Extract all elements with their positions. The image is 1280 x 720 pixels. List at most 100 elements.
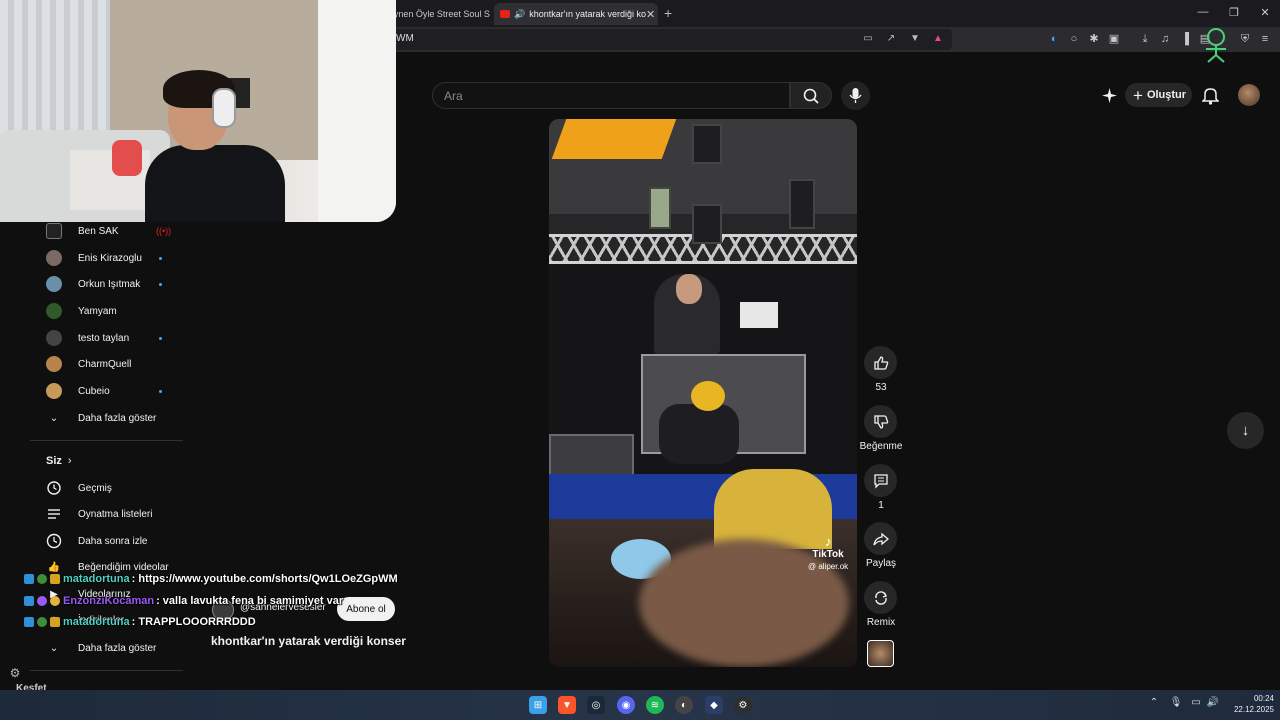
show-more-you[interactable]: ⌄ Daha fazla göster <box>30 635 183 661</box>
menu-icon[interactable]: ≡ <box>1258 32 1272 46</box>
sidebar-item-yamyam[interactable]: Yamyam <box>30 298 183 324</box>
sidebar-divider <box>30 670 183 671</box>
sidebar-item-label: testo taylan <box>78 332 130 344</box>
dislike-button[interactable] <box>864 405 897 438</box>
sidebar-item-watch-later[interactable]: Daha sonra izle <box>30 528 183 554</box>
sidebar-item-history[interactable]: Geçmiş <box>30 475 183 501</box>
gear-icon[interactable]: ⚙ <box>8 666 22 680</box>
windows-start-icon[interactable]: ⊞ <box>529 696 547 714</box>
cast-icon[interactable]: ▭ <box>862 33 874 45</box>
short-video-player[interactable]: ♪ TikTok @ aliper.ok <box>549 119 857 667</box>
voice-search-button[interactable] <box>841 81 870 110</box>
sidebar-item-label: CharmQuell <box>78 358 132 370</box>
steam-icon[interactable]: ◎ <box>587 696 605 714</box>
sidebar-section-you[interactable]: Siz › <box>46 455 72 467</box>
create-button[interactable]: + Oluştur <box>1125 83 1192 107</box>
minimize-icon[interactable]: — <box>1193 6 1213 18</box>
tray-chevron-up-icon[interactable]: ⌃ <box>1147 697 1161 708</box>
chat-message: matadortuna : TRAPPLOOORRRDDD <box>24 616 256 628</box>
comment-count: 1 <box>878 500 884 511</box>
sidebar-item-playlists[interactable]: Oynatma listeleri <box>30 501 183 527</box>
create-label: Oluştur <box>1146 89 1187 101</box>
section-title: Siz <box>46 455 62 467</box>
brave-browser-icon[interactable]: ▼ <box>558 696 576 714</box>
chat-text: : valla lavukta fena bi samimiyet var <box>156 595 344 607</box>
sidebar-item-label: Geçmiş <box>78 482 112 494</box>
screenshot-icon[interactable]: ▣ <box>1107 32 1121 46</box>
thumbs-down-icon <box>873 414 888 429</box>
share-icon[interactable]: ↗ <box>885 33 897 45</box>
tray-network-icon[interactable]: ▭ <box>1189 697 1203 708</box>
search-placeholder: Ara <box>444 89 463 103</box>
sidebar-item-charmquell[interactable]: CharmQuell <box>30 351 183 377</box>
sidebar-item-orkun-isitmak[interactable]: Orkun Işıtmak <box>30 271 183 297</box>
sidebar-item-testo-taylan[interactable]: testo taylan <box>30 325 183 351</box>
speaker-icon: 🔊 <box>514 8 526 19</box>
sidebar-item-label: Yamyam <box>78 305 117 317</box>
next-short-button[interactable]: ↓ <box>1227 412 1264 449</box>
brave-rewards-icon[interactable]: ▲ <box>932 33 944 45</box>
account-avatar[interactable] <box>1238 84 1260 106</box>
like-button[interactable] <box>864 346 897 379</box>
short-title[interactable]: khontkar'ın yatarak verdiği konser <box>211 634 406 648</box>
live-icon: ((•)) <box>156 226 172 236</box>
obs-icon[interactable]: ◐ <box>675 696 693 714</box>
chat-username: matadortuna <box>63 573 130 585</box>
tab-label: khontkar'ın yatarak verdiği ko <box>529 9 646 19</box>
channel-avatar-icon <box>46 276 62 292</box>
subscriber-badge-icon <box>50 596 60 606</box>
microphone-icon <box>849 88 862 103</box>
sidebar-item-label: Enis Kirazoglu <box>78 252 142 264</box>
sidebar-toggle-icon[interactable]: ▐ <box>1178 32 1192 46</box>
subscriber-badge-icon <box>50 574 60 584</box>
window-close-icon[interactable]: ✕ <box>1255 6 1275 19</box>
sidebar-item-label: Cubeio <box>78 385 110 397</box>
vpn-icon[interactable]: ⛨ <box>1238 32 1252 46</box>
new-content-dot <box>159 282 162 286</box>
settings-app-icon[interactable]: ⚙ <box>734 696 752 714</box>
comments-button[interactable] <box>864 464 897 497</box>
extension-circle-icon[interactable]: ○ <box>1067 32 1081 46</box>
notification-bell-icon[interactable] <box>1202 86 1219 105</box>
spotify-icon[interactable]: ≋ <box>646 696 664 714</box>
clock-icon <box>46 533 62 549</box>
tab-label: 5 Aynen Öyle Street Soul Stu <box>381 9 490 19</box>
media-icon[interactable]: ♫ <box>1158 32 1172 46</box>
history-icon <box>46 480 62 496</box>
chat-text: : https://www.youtube.com/shorts/Qw1LOeZ… <box>131 573 398 585</box>
subscribe-button[interactable]: Abone ol <box>337 597 395 621</box>
new-content-dot <box>159 256 162 260</box>
remix-button[interactable] <box>864 581 897 614</box>
remix-icon <box>874 590 887 605</box>
new-tab-icon[interactable]: + <box>664 5 672 21</box>
windows-taskbar <box>0 690 1280 720</box>
brave-shield-icon[interactable]: ▼ <box>909 33 921 45</box>
system-clock[interactable]: 00:24 22.12.2025 <box>1222 693 1274 715</box>
search-button[interactable] <box>790 82 832 109</box>
streamer-mascot-icon <box>1206 28 1226 63</box>
share-label: Paylaş <box>865 558 896 569</box>
search-input[interactable]: Ara <box>432 82 790 109</box>
audio-icon[interactable]: ◖ <box>1046 32 1060 46</box>
ai-sparkle-icon[interactable] <box>1101 87 1118 104</box>
app-icon[interactable]: ◆ <box>705 696 723 714</box>
sidebar-item-cubeio[interactable]: Cubeio <box>30 378 183 404</box>
chat-text: : TRAPPLOOORRRDDD <box>131 616 256 628</box>
restore-icon[interactable]: ❐ <box>1224 6 1244 19</box>
sound-thumbnail[interactable] <box>867 640 894 667</box>
extensions-icon[interactable]: ✱ <box>1087 32 1101 46</box>
thumbs-up-icon <box>873 355 888 370</box>
browser-tab-active[interactable]: 🔊 khontkar'ın yatarak verdiği ko ✕ <box>494 3 658 25</box>
discord-icon[interactable]: ◉ <box>617 696 635 714</box>
share-button[interactable] <box>864 522 897 555</box>
show-more-subscriptions[interactable]: ⌄ Daha fazla göster <box>30 405 183 431</box>
tray-mic-icon[interactable]: 🎙 <box>1169 697 1183 708</box>
sidebar-divider <box>30 440 183 441</box>
tray-volume-icon[interactable]: 🔊 <box>1206 697 1220 708</box>
tab-close-icon[interactable]: ✕ <box>646 8 655 21</box>
download-icon[interactable]: ⤓ <box>1138 32 1152 46</box>
sidebar-item-enis-kirazoglu[interactable]: Enis Kirazoglu <box>30 245 183 271</box>
tiktok-watermark: ♪ TikTok @ aliper.ok <box>808 533 848 571</box>
plus-icon: + <box>1133 85 1143 105</box>
sidebar-item-label: Orkun Işıtmak <box>78 278 141 290</box>
